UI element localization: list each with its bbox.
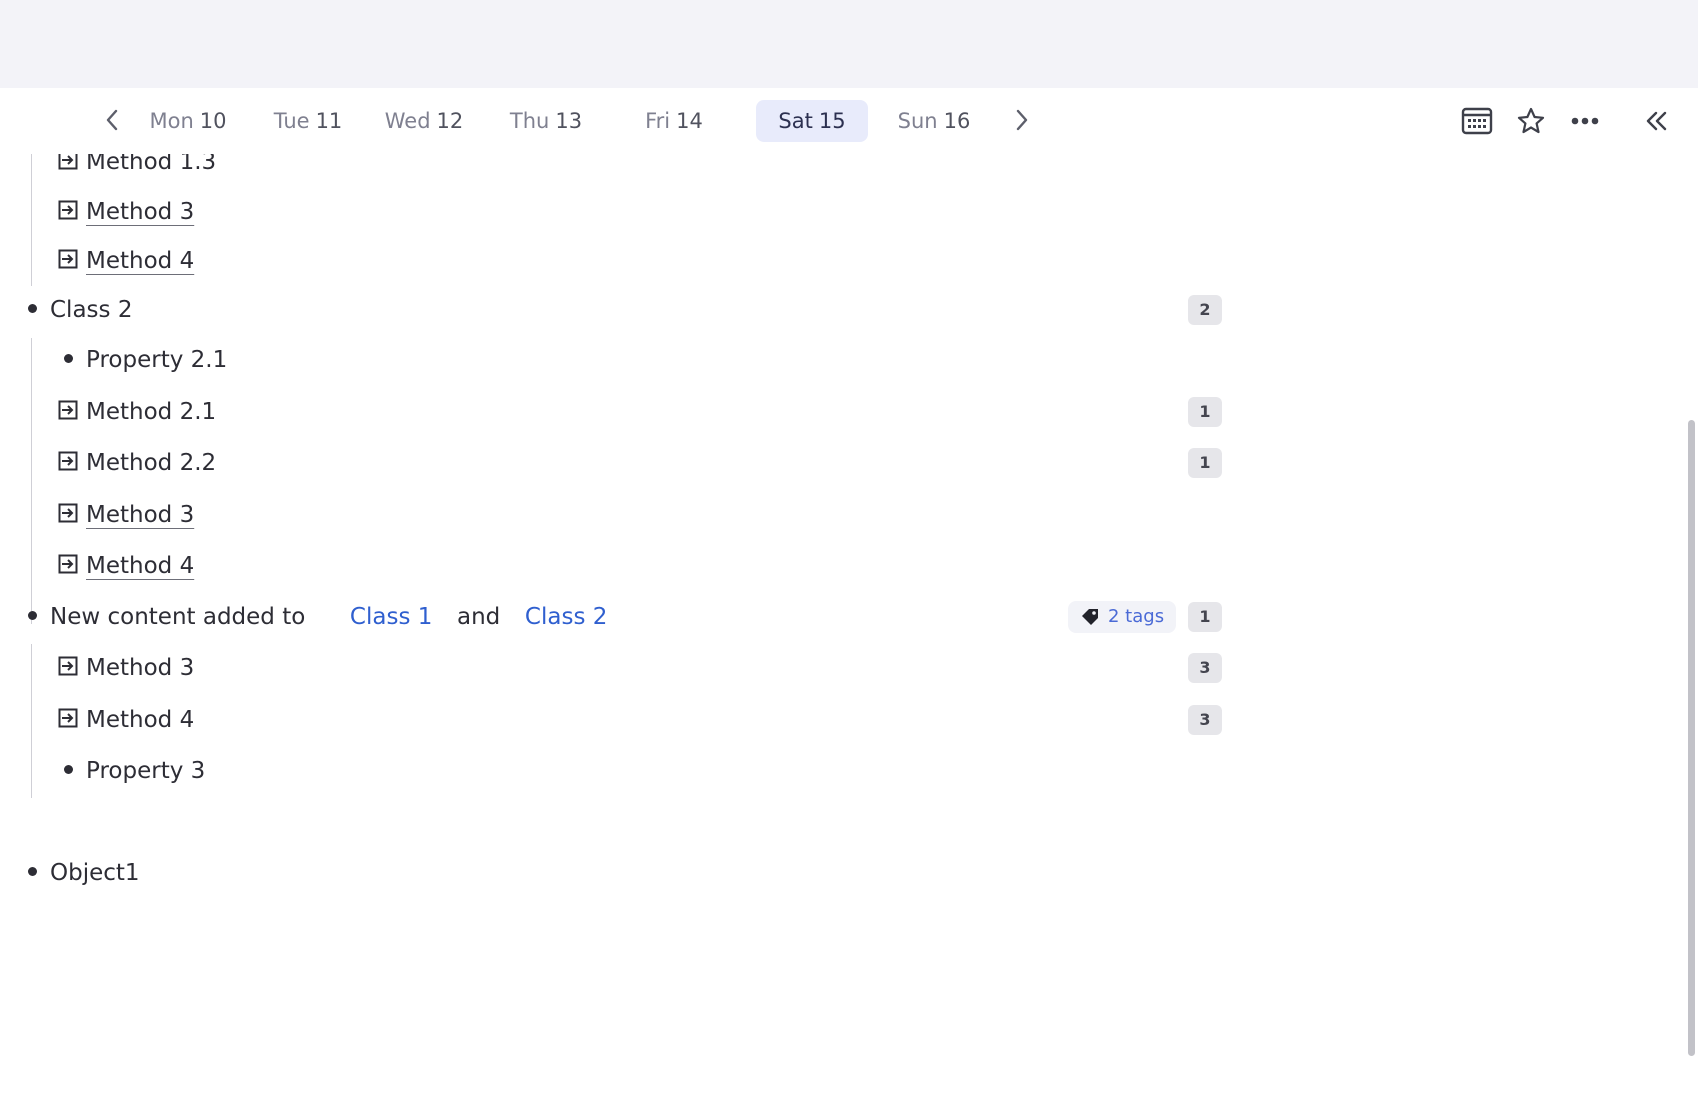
- method-icon: [58, 154, 78, 169]
- bullet-icon[interactable]: [64, 764, 73, 774]
- day-number: 10: [199, 109, 227, 133]
- row-link[interactable]: Method 3: [86, 199, 194, 225]
- day-thu[interactable]: Thu 13: [495, 100, 597, 142]
- day-name: Thu: [509, 109, 550, 133]
- day-number: 15: [818, 109, 846, 133]
- row-link[interactable]: Method 4: [86, 248, 194, 274]
- method-icon: [58, 249, 78, 268]
- method-icon: [58, 656, 78, 675]
- outline-row[interactable]: Method 3: [0, 489, 1240, 540]
- outline-row[interactable]: Property 3: [0, 745, 1240, 796]
- window-top-strip: [0, 0, 1698, 88]
- bullet-icon[interactable]: [28, 866, 37, 876]
- outline-row[interactable]: Property 2.1: [0, 334, 1240, 385]
- row-label: Method 2.2: [86, 449, 217, 476]
- day-tue[interactable]: Tue 11: [258, 100, 358, 142]
- row-label: Method 2.1: [86, 398, 217, 425]
- count-badge[interactable]: 3: [1188, 704, 1222, 735]
- tags-chip[interactable]: 2 tags: [1068, 600, 1177, 633]
- outline-row[interactable]: Method 2.1 1: [0, 386, 1240, 437]
- calendar-icon[interactable]: [1456, 100, 1498, 142]
- method-icon: [58, 451, 78, 470]
- day-number: 14: [676, 109, 703, 133]
- day-mon[interactable]: Mon 10: [138, 100, 238, 142]
- outline-row[interactable]: Object1: [0, 847, 1240, 898]
- chevron-right-icon[interactable]: [1008, 104, 1036, 136]
- day-number: 12: [436, 109, 464, 133]
- collapse-panel-icon[interactable]: [1636, 100, 1678, 142]
- more-icon[interactable]: [1564, 100, 1606, 142]
- day-number: 11: [315, 109, 343, 133]
- outline-row[interactable]: New content added to Class 1 and Class 2…: [0, 591, 1240, 642]
- joiner-text: and: [457, 603, 501, 630]
- day-fri[interactable]: Fri 14: [628, 100, 720, 142]
- chevron-left-icon[interactable]: [98, 104, 126, 136]
- day-number: 16: [943, 109, 971, 133]
- day-wed[interactable]: Wed 12: [372, 100, 476, 142]
- class-2-link[interactable]: Class 2: [525, 604, 607, 630]
- row-link[interactable]: Method 4: [86, 553, 194, 579]
- day-number: 13: [555, 109, 583, 133]
- row-label: Class 2: [50, 296, 133, 323]
- day-name: Sun: [897, 109, 938, 133]
- method-icon: [58, 200, 78, 219]
- day-name: Wed: [384, 109, 431, 133]
- bullet-icon[interactable]: [28, 303, 37, 313]
- class-1-link[interactable]: Class 1: [350, 604, 432, 630]
- outline-row[interactable]: Method 2.2 1: [0, 437, 1240, 488]
- day-name: Fri: [645, 109, 671, 133]
- row-label: Object1: [50, 859, 140, 886]
- tag-icon: [1082, 608, 1098, 625]
- count-badge[interactable]: 1: [1188, 396, 1222, 427]
- row-text: New content added to: [50, 603, 306, 630]
- star-icon[interactable]: [1510, 100, 1552, 142]
- method-icon: [58, 400, 78, 419]
- day-name: Mon: [149, 109, 194, 133]
- outline-row[interactable]: Method 3 3: [0, 642, 1240, 693]
- day-name: Sat: [778, 109, 813, 133]
- count-badge[interactable]: 1: [1188, 601, 1222, 632]
- count-badge[interactable]: 1: [1188, 447, 1222, 478]
- outline-content: Method 1.3 Method 3 Method 4 Class 2 2 P…: [0, 154, 1690, 1102]
- outline-row[interactable]: Method 1.3: [0, 154, 1240, 187]
- outline-row[interactable]: Method 4: [0, 540, 1240, 591]
- row-label: Property 3: [86, 757, 206, 784]
- outline-row[interactable]: Method 4 3: [0, 694, 1240, 745]
- row-label: Method 4: [86, 706, 195, 733]
- bullet-icon[interactable]: [64, 353, 73, 363]
- outline-row[interactable]: Method 3: [0, 186, 1240, 237]
- row-label: New content added to Class 1 and Class 2: [50, 604, 607, 630]
- method-icon: [58, 554, 78, 573]
- count-badge[interactable]: 3: [1188, 652, 1222, 683]
- vertical-scrollbar[interactable]: [1688, 420, 1695, 1056]
- outline-row[interactable]: Method 4: [0, 235, 1240, 286]
- tags-label: 2 tags: [1108, 606, 1165, 627]
- bullet-icon[interactable]: [28, 610, 37, 620]
- day-sat-selected[interactable]: Sat 15: [756, 100, 868, 142]
- day-name: Tue: [273, 109, 310, 133]
- row-label: Method 3: [86, 654, 195, 681]
- row-link[interactable]: Method 3: [86, 502, 194, 528]
- row-label: Method 1.3: [86, 154, 217, 175]
- day-sun[interactable]: Sun 16: [882, 100, 986, 142]
- method-icon: [58, 708, 78, 727]
- day-navigation-bar: Mon 10 Tue 11 Wed 12 Thu 13 Fri 14 Sat 15 Sun 1…: [0, 88, 1698, 154]
- row-label: Property 2.1: [86, 346, 228, 373]
- count-badge[interactable]: 2: [1188, 294, 1222, 325]
- outline-row[interactable]: Class 2 2: [0, 284, 1240, 335]
- method-icon: [58, 503, 78, 522]
